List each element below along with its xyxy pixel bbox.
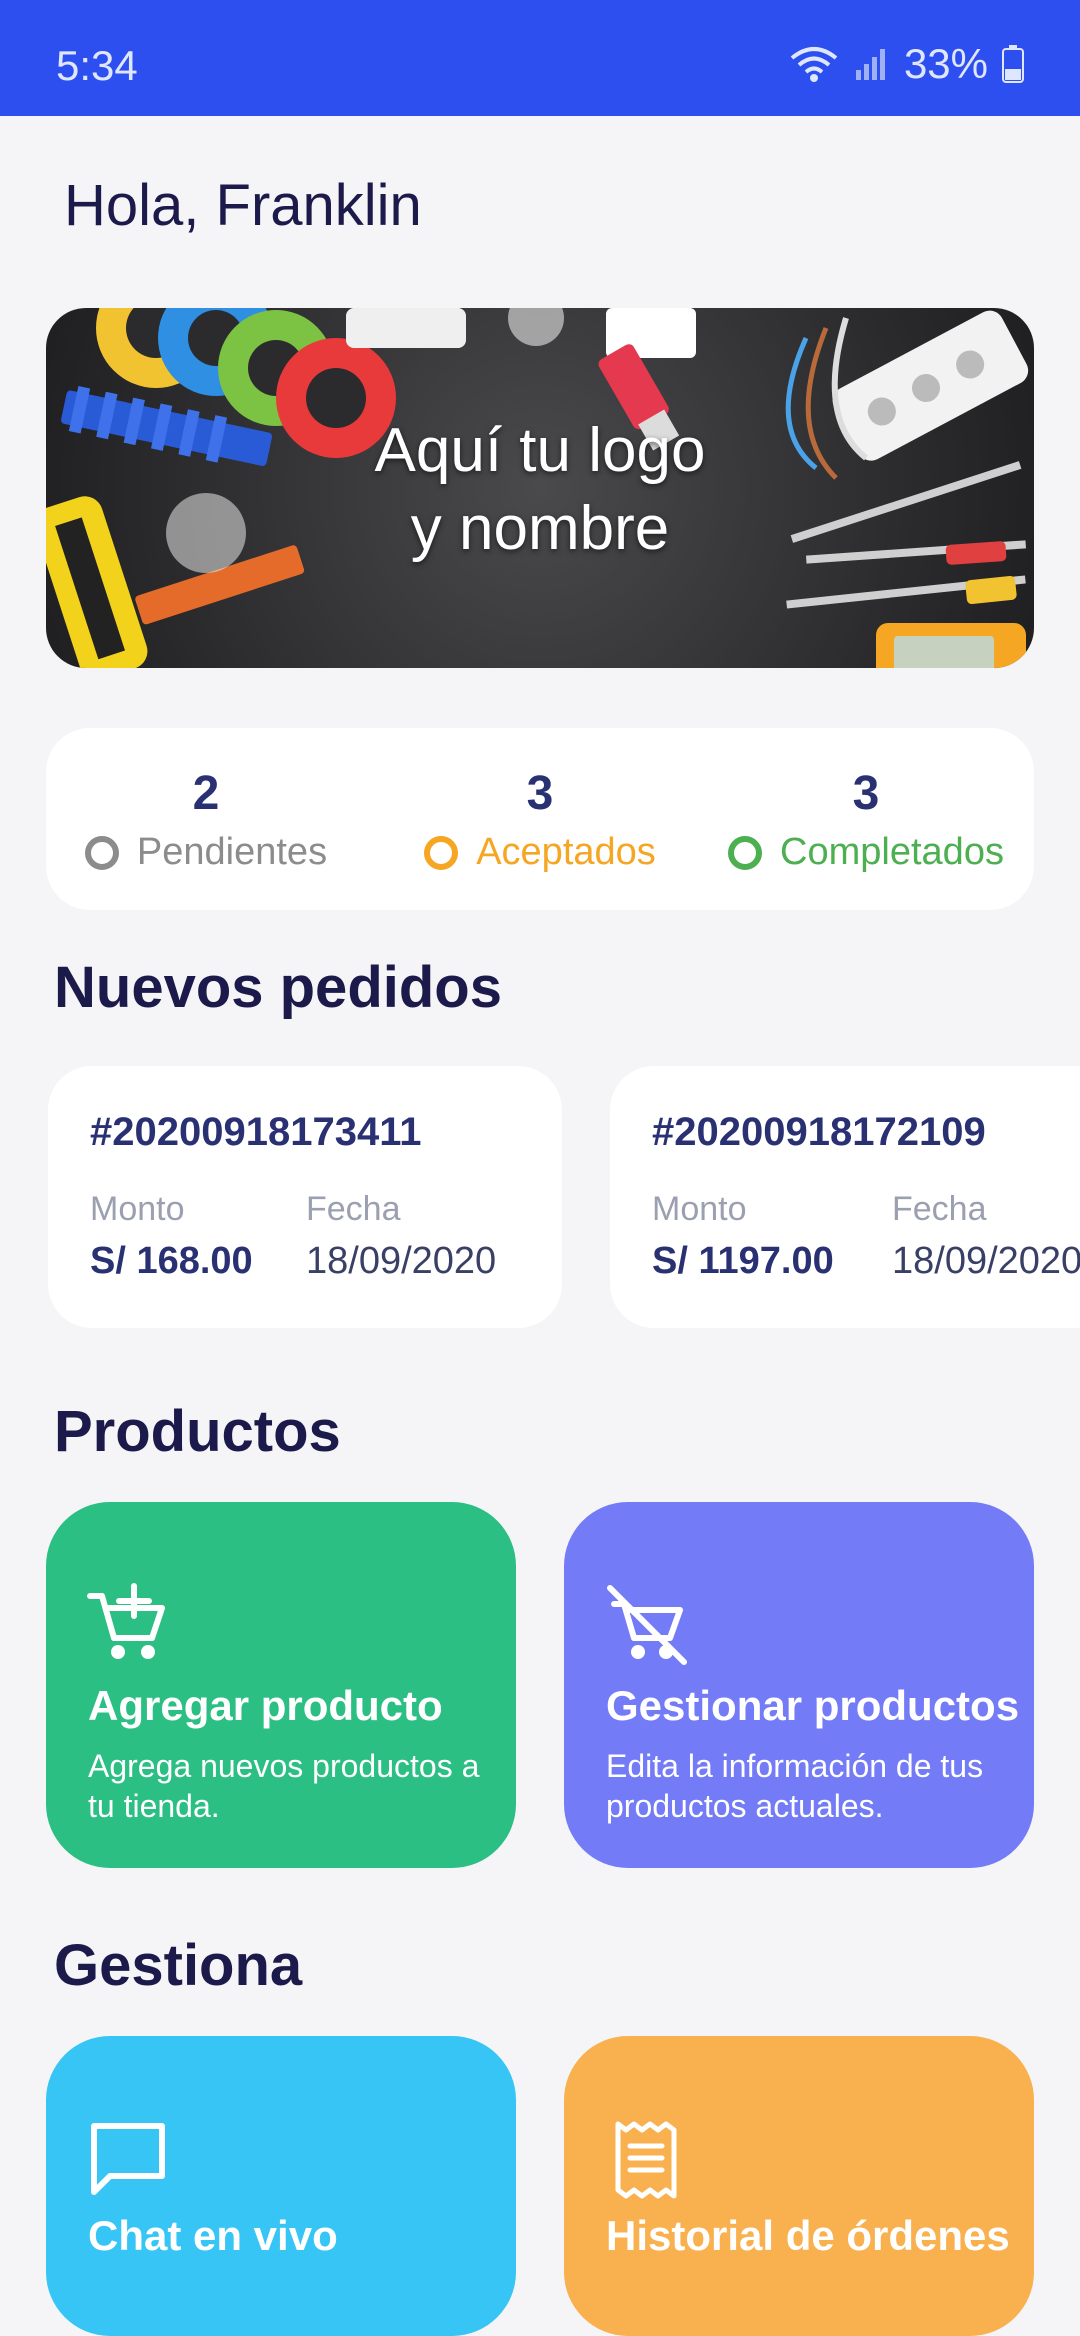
order-date: 18/09/2020 [892, 1240, 1080, 1282]
order-stats-card: 2 Pendientes 3 Aceptados 3 Completados [46, 728, 1034, 910]
receipt-icon [615, 2121, 677, 2199]
manage-products-tile[interactable]: Gestionar productos Edita la información… [564, 1502, 1034, 1868]
date-label: Fecha [892, 1190, 987, 1228]
order-amount: S/ 168.00 [90, 1240, 253, 1282]
tile-description: Edita la información de tus productos ac… [606, 1748, 984, 1824]
signal-icon [855, 49, 885, 80]
orders-section-title: Nuevos pedidos [54, 955, 502, 1020]
status-dot-icon [424, 835, 459, 870]
order-id: #20200918172109 [652, 1110, 986, 1154]
amount-label: Monto [90, 1190, 185, 1228]
tile-title: Agregar producto [88, 1682, 443, 1729]
products-section-title: Productos [54, 1399, 341, 1464]
tile-title: Gestionar productos [606, 1682, 1020, 1729]
stat-label: Aceptados [476, 831, 656, 873]
stat-label: Completados [780, 831, 1004, 873]
stat-pendientes[interactable]: 2 Pendientes [46, 766, 366, 874]
store-banner[interactable]: Aquí tu logo y nombre [46, 308, 1034, 668]
stat-count: 3 [526, 767, 554, 820]
battery-icon [1002, 45, 1024, 83]
status-time: 5:34 [56, 42, 138, 89]
banner-line-1: Aquí tu logo [374, 416, 706, 485]
banner-caption: Aquí tu logo y nombre [46, 412, 1034, 568]
order-card[interactable]: #20200918173411 Monto Fecha S/ 168.00 18… [48, 1066, 562, 1328]
stat-count: 2 [192, 767, 220, 820]
manage-section-title: Gestiona [54, 1933, 303, 1998]
battery-percent: 33% [903, 40, 988, 87]
stat-aceptados[interactable]: 3 Aceptados [380, 766, 700, 874]
add-product-tile[interactable]: Agregar producto Agrega nuevos productos… [46, 1502, 516, 1868]
amount-label: Monto [652, 1190, 747, 1228]
order-history-tile[interactable]: Historial de órdenes [564, 2036, 1034, 2336]
tile-title: Historial de órdenes [606, 2212, 1010, 2259]
banner-line-2: y nombre [410, 494, 670, 563]
chat-icon [91, 2123, 165, 2195]
order-id: #20200918173411 [90, 1110, 422, 1154]
date-label: Fecha [306, 1190, 401, 1228]
order-amount: S/ 1197.00 [652, 1240, 834, 1282]
wifi-icon [790, 47, 838, 82]
status-dot-icon [84, 835, 119, 870]
tile-title: Chat en vivo [88, 2212, 338, 2259]
stat-completados[interactable]: 3 Completados [706, 766, 1026, 874]
status-dot-icon [728, 835, 763, 870]
add-cart-icon [87, 1583, 165, 1659]
greeting-title: Hola, Franklin [64, 173, 422, 238]
order-date: 18/09/2020 [306, 1240, 497, 1282]
status-bar: 5:34 33% [0, 0, 1080, 116]
remove-cart-icon [607, 1585, 687, 1665]
live-chat-tile[interactable]: Chat en vivo [46, 2036, 516, 2336]
stat-label: Pendientes [136, 831, 328, 873]
stat-count: 3 [852, 767, 880, 820]
order-card[interactable]: #20200918172109 Monto Fecha S/ 1197.00 1… [610, 1066, 1080, 1328]
tile-description: Agrega nuevos productos a tu tienda. [88, 1748, 480, 1824]
